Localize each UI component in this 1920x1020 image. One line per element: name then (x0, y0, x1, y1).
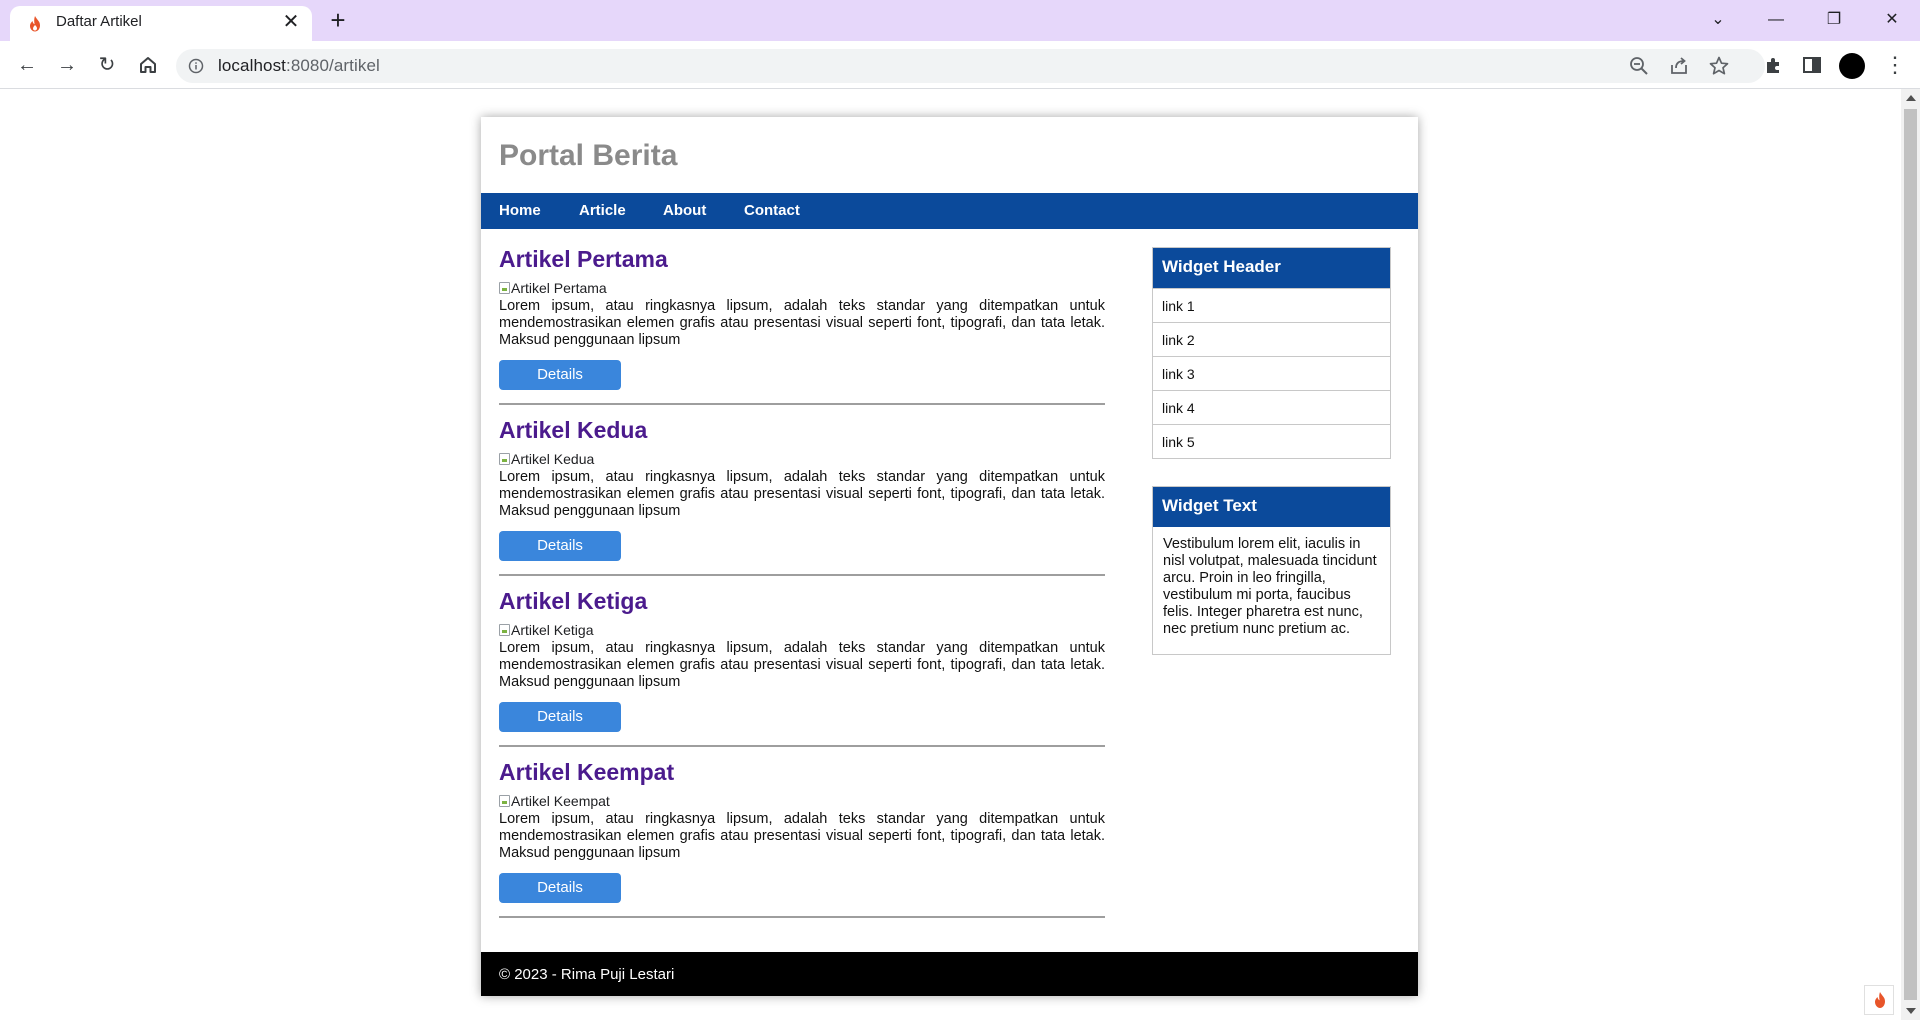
info-icon[interactable] (188, 58, 204, 74)
article-divider (499, 745, 1105, 747)
article-excerpt: Lorem ipsum, atau ringkasnya lipsum, ada… (499, 640, 1105, 690)
star-icon[interactable] (1708, 55, 1730, 77)
puzzle-icon[interactable] (1763, 54, 1785, 76)
url-text[interactable]: localhost:8080/artikel (218, 56, 380, 76)
details-button[interactable]: Details (499, 360, 621, 390)
home-icon[interactable] (132, 49, 164, 81)
article-title[interactable]: Artikel Keempat (499, 759, 674, 786)
broken-image-icon (499, 282, 510, 294)
nav-link-article[interactable]: Article (579, 202, 626, 219)
scroll-down-arrow-icon[interactable] (1906, 1008, 1916, 1014)
article-image-alt: Artikel Keempat (511, 793, 610, 809)
tab-title: Daftar Artikel (56, 13, 142, 30)
article-excerpt: Lorem ipsum, atau ringkasnya lipsum, ada… (499, 469, 1105, 519)
broken-image-icon (499, 795, 510, 807)
site-footer: © 2023 - Rima Puji Lestari (481, 952, 1418, 996)
scrollbar-thumb[interactable] (1904, 109, 1917, 1000)
restore-button[interactable]: ❐ (1806, 0, 1862, 41)
article-excerpt: Lorem ipsum, atau ringkasnya lipsum, ada… (499, 298, 1105, 348)
share-icon[interactable] (1668, 55, 1690, 77)
article-title[interactable]: Artikel Pertama (499, 246, 668, 273)
article-image: Artikel Keempat (499, 793, 610, 809)
widget-text-header: Widget Text (1153, 487, 1390, 527)
browser-tab-active[interactable]: Daftar Artikel ✕ (10, 6, 312, 41)
article-divider (499, 403, 1105, 405)
site-header: Portal Berita (481, 117, 1418, 193)
widget-header: Widget Header (1153, 248, 1390, 288)
page-scrollbar[interactable] (1901, 89, 1920, 1020)
page-viewport: Portal Berita Home Article About Contact… (0, 89, 1901, 1020)
article-image: Artikel Ketiga (499, 622, 593, 638)
forward-button[interactable]: → (51, 49, 83, 81)
article-image-alt: Artikel Kedua (511, 451, 595, 467)
side-panel-icon[interactable] (1801, 54, 1823, 76)
article-image-alt: Artikel Pertama (511, 280, 607, 296)
details-button[interactable]: Details (499, 702, 621, 732)
article-divider (499, 574, 1105, 576)
footer-copyright: © 2023 - Rima Puji Lestari (499, 966, 675, 983)
minimize-button[interactable]: — (1748, 0, 1804, 41)
browser-tab-strip: Daftar Artikel ✕ + ⌄ — ❐ ✕ (0, 0, 1920, 41)
profile-avatar[interactable] (1839, 53, 1865, 79)
widget-link[interactable]: link 5 (1153, 424, 1390, 458)
back-button[interactable]: ← (11, 49, 43, 81)
widget-link[interactable]: link 3 (1153, 356, 1390, 390)
url-path: :8080/artikel (286, 56, 380, 75)
article-image: Artikel Kedua (499, 451, 594, 467)
widget-text: Widget Text Vestibulum lorem elit, iacul… (1152, 486, 1391, 655)
details-button[interactable]: Details (499, 531, 621, 561)
flame-icon (30, 16, 40, 32)
article-excerpt: Lorem ipsum, atau ringkasnya lipsum, ada… (499, 811, 1105, 861)
tab-search-dropdown-icon[interactable]: ⌄ (1690, 0, 1746, 41)
article-divider (499, 916, 1105, 918)
url-host: localhost (218, 56, 286, 75)
site-nav: Home Article About Contact (481, 193, 1418, 229)
nav-link-contact[interactable]: Contact (744, 202, 800, 219)
address-bar[interactable]: localhost:8080/artikel (176, 49, 1765, 83)
widget-link[interactable]: link 4 (1153, 390, 1390, 424)
zoom-out-icon[interactable] (1628, 55, 1650, 77)
flame-icon (1875, 992, 1885, 1008)
widget-text-body: Vestibulum lorem elit, iaculis in nisl v… (1163, 536, 1377, 637)
widget-links: Widget Header link 1 link 2 link 3 link … (1152, 247, 1391, 459)
article-title[interactable]: Artikel Kedua (499, 417, 647, 444)
scroll-up-arrow-icon[interactable] (1906, 95, 1916, 101)
site-title: Portal Berita (499, 139, 678, 172)
broken-image-icon (499, 624, 510, 636)
widget-link[interactable]: link 2 (1153, 322, 1390, 356)
tab-close-icon[interactable]: ✕ (280, 11, 302, 33)
reload-button[interactable]: ↻ (91, 49, 123, 81)
page-container: Portal Berita Home Article About Contact… (481, 117, 1418, 996)
article-image-alt: Artikel Ketiga (511, 622, 594, 638)
window-close-button[interactable]: ✕ (1864, 0, 1920, 41)
widget-link[interactable]: link 1 (1153, 288, 1390, 322)
article-title[interactable]: Artikel Ketiga (499, 588, 647, 615)
details-button[interactable]: Details (499, 873, 621, 903)
nav-link-about[interactable]: About (663, 202, 706, 219)
debug-toolbar-toggle[interactable] (1864, 985, 1894, 1015)
browser-menu-icon[interactable]: ⋮ (1884, 52, 1906, 80)
article-image: Artikel Pertama (499, 280, 607, 296)
nav-link-home[interactable]: Home (499, 202, 541, 219)
browser-toolbar: ← → ↻ localhost:8080/artikel ⋮ (0, 41, 1920, 89)
new-tab-button[interactable]: + (324, 6, 352, 34)
broken-image-icon (499, 453, 510, 465)
